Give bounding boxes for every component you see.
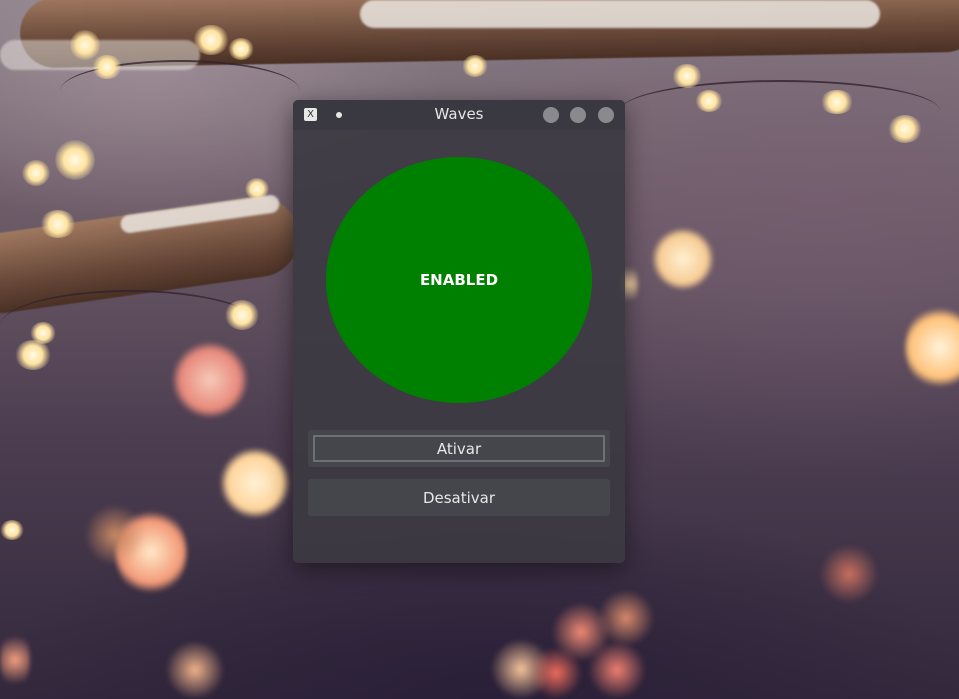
wallpaper-bulb bbox=[888, 115, 922, 143]
wallpaper-bulb bbox=[55, 140, 95, 180]
wallpaper-bulb bbox=[0, 520, 24, 540]
desktop-background: X Waves ENABLED Ativar Desativar bbox=[0, 0, 959, 699]
maximize-icon[interactable] bbox=[570, 107, 586, 123]
wallpaper-bulb bbox=[245, 178, 269, 200]
wallpaper-bokeh bbox=[905, 305, 959, 390]
activate-button-label: Ativar bbox=[436, 439, 482, 458]
wallpaper-bulb bbox=[695, 90, 723, 112]
wallpaper-bulb bbox=[40, 210, 76, 238]
wallpaper-bokeh bbox=[588, 642, 646, 698]
status-indicator: ENABLED bbox=[326, 157, 592, 403]
wallpaper-bokeh bbox=[172, 342, 248, 418]
wallpaper-snow bbox=[360, 0, 880, 28]
wallpaper-bokeh bbox=[0, 630, 30, 690]
wallpaper-bulb bbox=[820, 90, 854, 114]
deactivate-button[interactable]: Desativar bbox=[308, 479, 610, 516]
minimize-icon[interactable] bbox=[543, 107, 559, 123]
status-text: ENABLED bbox=[419, 271, 499, 289]
deactivate-button-label: Desativar bbox=[422, 488, 496, 507]
wallpaper-bulb bbox=[70, 30, 100, 60]
wallpaper-bulb bbox=[15, 340, 51, 370]
wallpaper-bokeh bbox=[820, 545, 878, 603]
wallpaper-bulb bbox=[672, 64, 702, 88]
activate-button[interactable]: Ativar bbox=[308, 430, 610, 467]
wallpaper-bokeh bbox=[85, 505, 145, 565]
wallpaper-bulb bbox=[193, 25, 229, 55]
wallpaper-bulb bbox=[22, 160, 50, 186]
wallpaper-bulb bbox=[228, 38, 254, 60]
close-icon[interactable] bbox=[598, 107, 614, 123]
wallpaper-bokeh bbox=[598, 590, 654, 646]
wallpaper-bokeh bbox=[165, 642, 225, 698]
wallpaper-bulb bbox=[225, 300, 259, 330]
window-titlebar[interactable]: X Waves bbox=[293, 100, 625, 130]
wallpaper-bokeh bbox=[530, 648, 582, 698]
wallpaper-bokeh bbox=[652, 228, 714, 290]
waves-window: X Waves ENABLED Ativar Desativar bbox=[293, 100, 625, 563]
wallpaper-bulb bbox=[462, 55, 488, 77]
wallpaper-bulb bbox=[92, 55, 122, 79]
wallpaper-bokeh bbox=[220, 448, 290, 518]
